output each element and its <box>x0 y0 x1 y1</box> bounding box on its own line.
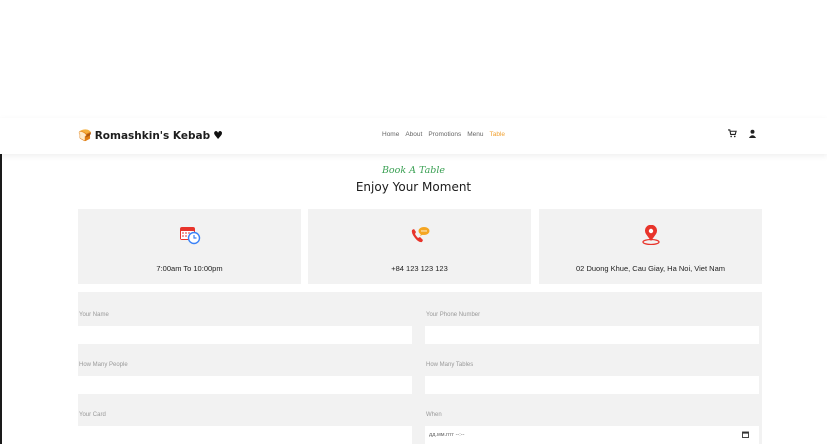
nav-home[interactable]: Home <box>382 131 399 138</box>
when-datetime-input[interactable]: дд.мм.гггг --:-- <box>425 426 759 444</box>
name-input[interactable] <box>78 326 412 344</box>
card-input[interactable] <box>78 426 412 444</box>
user-icon[interactable] <box>748 129 757 140</box>
phone-card: +84 123 123 123 <box>308 209 531 284</box>
nav-actions <box>728 129 757 140</box>
phone-text: +84 123 123 123 <box>391 264 448 273</box>
card-label: Your Card <box>79 412 106 418</box>
heart-icon: ♥ <box>213 129 223 142</box>
booking-form: Your Name Your Phone Number How Many Peo… <box>78 292 762 444</box>
calendar-icon[interactable] <box>742 431 749 440</box>
name-label: Your Name <box>79 312 109 318</box>
cart-icon[interactable] <box>728 129 737 140</box>
section-title: Enjoy Your Moment <box>355 180 472 194</box>
when-placeholder: дд.мм.гггг --:-- <box>429 432 465 438</box>
address-text: 02 Duong Khue, Cau Giay, Ha Noi, Viet Na… <box>576 264 725 273</box>
hours-card: 7:00am To 10:00pm <box>78 209 301 284</box>
hours-text: 7:00am To 10:00pm <box>156 264 223 273</box>
section-subtitle: Book A Table <box>381 165 446 176</box>
phone-label: Your Phone Number <box>426 312 481 318</box>
phone-icon <box>308 225 531 245</box>
address-card: 02 Duong Khue, Cau Giay, Ha Noi, Viet Na… <box>539 209 762 284</box>
when-label: When <box>426 412 442 418</box>
tables-input[interactable] <box>425 376 759 394</box>
nav-about[interactable]: About <box>405 131 422 138</box>
location-pin-icon <box>539 225 762 245</box>
nav-table[interactable]: Table <box>489 131 505 138</box>
nav-menu: Home About Promotions Menu Table <box>382 131 505 138</box>
brand-logo[interactable]: 🍞 Romashkin's Kebab ♥ <box>78 129 223 142</box>
people-input[interactable] <box>78 376 412 394</box>
tables-label: How Many Tables <box>426 362 474 368</box>
navbar: 🍞 Romashkin's Kebab ♥ Home About Promoti… <box>0 118 827 154</box>
nav-promotions[interactable]: Promotions <box>428 131 461 138</box>
kebab-grill-icon: 🍞 <box>78 129 92 142</box>
calendar-clock-icon <box>78 225 301 245</box>
people-label: How Many People <box>79 362 128 368</box>
phone-input[interactable] <box>425 326 759 344</box>
nav-menu[interactable]: Menu <box>467 131 483 138</box>
brand-name: Romashkin's Kebab <box>94 129 211 142</box>
